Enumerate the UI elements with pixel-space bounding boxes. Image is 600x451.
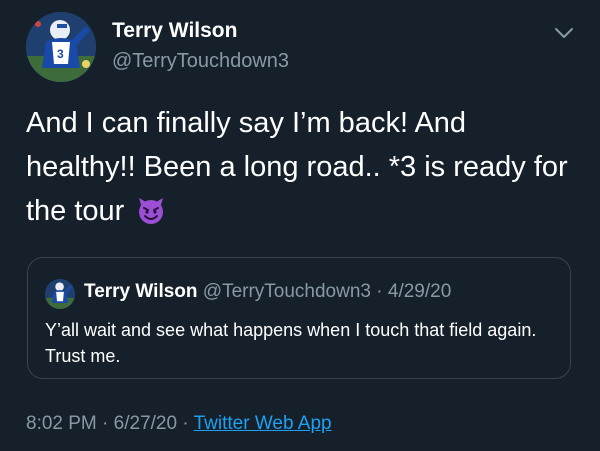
tweet: 3 Terry Wilson @TerryTouchdown3 And I ca… [0,0,600,451]
smiling-devil-emoji-icon [136,195,166,239]
author-avatar[interactable]: 3 [26,12,96,82]
quoted-date: 4/29/20 [387,281,452,302]
tweet-text-line: And I can finally say I’m back! And [26,107,467,139]
quoted-author-avatar[interactable] [45,279,75,309]
tweet-footer: 8:02 PM · 6/27/20 · Twitter Web App [26,413,332,435]
chevron-down-icon[interactable] [552,24,576,42]
tweet-text-line-content: the tour [26,195,125,227]
tweet-date[interactable]: 6/27/20 [114,413,177,434]
quoted-author-handle: @TerryTouchdown3 [202,281,371,302]
player-avatar-image [45,279,75,309]
quoted-tweet-header: Terry Wilson @TerryTouchdown3 · 4/29/20 [84,281,451,303]
quoted-separator: · [376,281,383,302]
author-handle[interactable]: @TerryTouchdown3 [112,50,289,73]
tweet-source-link[interactable]: Twitter Web App [194,413,332,434]
tweet-text-line: the tour [26,189,581,239]
author-display-name[interactable]: Terry Wilson [112,19,237,43]
quoted-tweet-text: Y’all wait and see what happens when I t… [45,320,537,366]
tweet-text-line: healthy!! Been a long road.. *3 is ready… [26,151,568,183]
quoted-author-display-name: Terry Wilson [84,281,198,302]
tweet-text: And I can finally say I’m back! And heal… [26,101,581,239]
footer-separator: · [182,413,189,434]
quoted-tweet-card[interactable]: Terry Wilson @TerryTouchdown3 · 4/29/20 … [27,257,571,379]
player-avatar-image: 3 [26,12,96,82]
svg-text:3: 3 [57,47,64,61]
footer-separator: · [102,413,109,434]
tweet-time[interactable]: 8:02 PM [26,413,97,434]
